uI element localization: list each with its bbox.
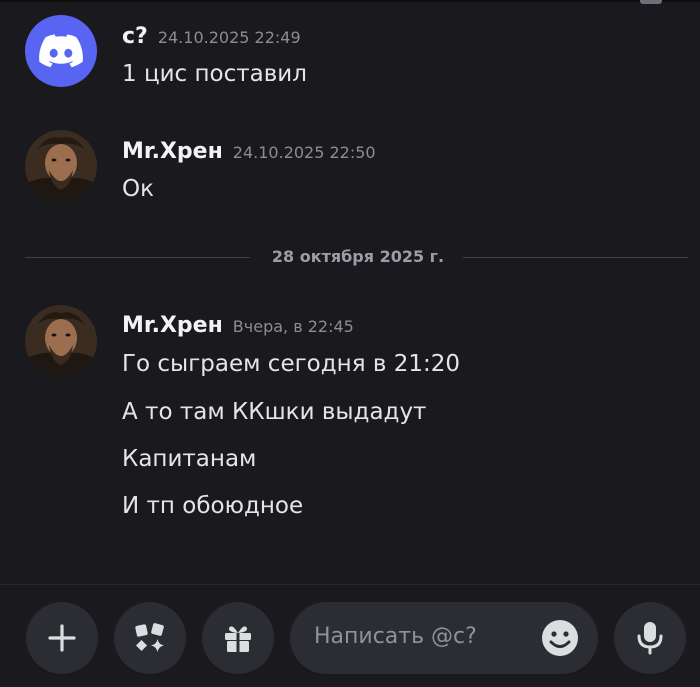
voice-message-button[interactable] bbox=[614, 602, 686, 674]
apps-button[interactable] bbox=[114, 602, 186, 674]
timestamp: 24.10.2025 22:49 bbox=[157, 28, 301, 47]
message-input[interactable]: Написать @c? bbox=[290, 602, 598, 674]
message-text: Го сыграем сегодня в 21:20 bbox=[122, 351, 460, 377]
message-input-placeholder: Написать @c? bbox=[314, 624, 477, 649]
author-name[interactable]: Mr.Хрен bbox=[122, 139, 223, 164]
divider-line bbox=[25, 257, 250, 258]
message-text: А то там ККшки выдадут bbox=[122, 399, 427, 425]
message-text: Ок bbox=[122, 176, 154, 202]
user-portrait-image bbox=[25, 130, 97, 202]
microphone-icon bbox=[637, 622, 663, 655]
message-text: 1 цис поставил bbox=[122, 61, 307, 87]
gift-button[interactable] bbox=[202, 602, 274, 674]
author-name[interactable]: Mr.Хрен bbox=[122, 313, 223, 338]
date-divider: 28 октября 2025 г. bbox=[25, 245, 688, 269]
emoji-icon[interactable] bbox=[540, 618, 580, 658]
date-label: 28 октября 2025 г. bbox=[271, 247, 445, 266]
timestamp: Вчера, в 22:45 bbox=[232, 317, 354, 336]
message-text: Капитанам bbox=[122, 446, 257, 472]
plus-icon bbox=[48, 624, 76, 652]
add-attachment-button[interactable] bbox=[26, 602, 98, 674]
user-portrait-image bbox=[25, 305, 97, 377]
window-indicator bbox=[640, 0, 662, 4]
composer-separator bbox=[0, 584, 700, 585]
divider-line bbox=[463, 257, 688, 258]
discord-logo-icon bbox=[39, 34, 83, 68]
top-border bbox=[0, 0, 700, 2]
timestamp: 24.10.2025 22:50 bbox=[232, 143, 376, 162]
avatar[interactable] bbox=[25, 15, 97, 87]
message-text: И тп обоюдное bbox=[122, 493, 304, 519]
message-composer: Написать @c? bbox=[0, 598, 700, 678]
gift-icon bbox=[225, 626, 251, 652]
author-name[interactable]: c? bbox=[122, 24, 148, 49]
apps-icon bbox=[135, 623, 164, 652]
avatar[interactable] bbox=[25, 305, 97, 377]
avatar[interactable] bbox=[25, 130, 97, 202]
